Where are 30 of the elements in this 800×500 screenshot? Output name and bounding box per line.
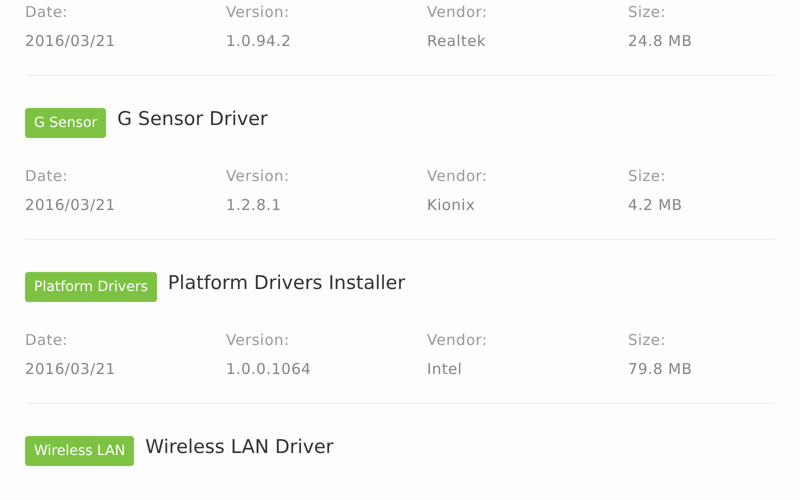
field-value: 24.8 MB xyxy=(628,31,692,51)
field-label: Vendor: xyxy=(427,166,488,186)
field-value: 1.0.94.2 xyxy=(226,31,292,51)
field-value: Intel xyxy=(427,359,462,379)
field-value: Realtek xyxy=(427,31,486,51)
field-value: 2016/03/21 xyxy=(25,195,116,215)
field-label: Version: xyxy=(226,2,290,22)
field-label: Date: xyxy=(25,2,68,22)
field-label: Size: xyxy=(628,330,666,350)
category-tag: Platform Drivers xyxy=(25,272,157,302)
driver-title: G Sensor Driver xyxy=(117,108,268,130)
field-label: Size: xyxy=(628,2,666,22)
field-value: 79.8 MB xyxy=(628,359,692,379)
field-value: 2016/03/21 xyxy=(25,31,116,51)
field-label: Vendor: xyxy=(427,2,488,22)
category-tag: Wireless LAN xyxy=(25,436,134,466)
field-label: Date: xyxy=(25,166,68,186)
field-label: Version: xyxy=(226,330,290,350)
driver-title: Platform Drivers Installer xyxy=(168,272,406,294)
field-label: Date: xyxy=(25,330,68,350)
field-label: Vendor: xyxy=(427,330,488,350)
field-value: 2016/03/21 xyxy=(25,359,116,379)
category-tag: G Sensor xyxy=(25,108,106,138)
field-value: Kionix xyxy=(427,195,476,215)
field-value: 1.2.8.1 xyxy=(226,195,282,215)
driver-title: Wireless LAN Driver xyxy=(145,436,334,458)
field-value: 1.0.0.1064 xyxy=(226,359,312,379)
field-label: Size: xyxy=(628,166,666,186)
field-label: Version: xyxy=(226,166,290,186)
field-value: 4.2 MB xyxy=(628,195,682,215)
